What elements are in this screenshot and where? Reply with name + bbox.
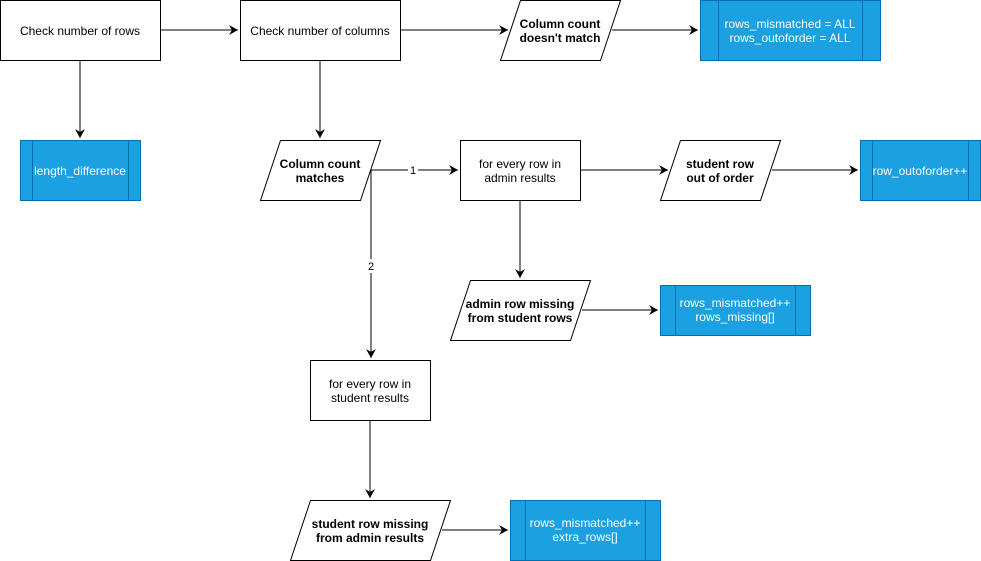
node-loop-admin-line1: for every row in <box>479 157 561 171</box>
node-student-missing-line2: from admin results <box>316 531 424 545</box>
node-admin-missing-line1: admin row missing <box>466 297 575 311</box>
node-student-out-of-order-line2: out of order <box>686 171 754 185</box>
node-student-out-of-order-line1: student row <box>686 157 755 171</box>
node-length-difference-label: length_difference <box>34 164 126 178</box>
node-loop-student-line1: for every row in <box>329 377 411 391</box>
edge-label-2: 2 <box>368 261 374 273</box>
node-loop-admin-line2: admin results <box>484 171 555 185</box>
node-length-difference[interactable]: length_difference <box>20 140 141 201</box>
node-col-match-line2: matches <box>296 171 345 185</box>
edge-label-1: 1 <box>410 165 416 177</box>
node-col-mismatch-line2: doesn't match <box>520 31 601 45</box>
node-check-rows-label: Check number of rows <box>20 24 140 38</box>
node-rows-missing-line1: rows_mismatched++ <box>680 296 791 310</box>
node-check-columns-label: Check number of columns <box>250 24 389 38</box>
node-col-match-line1: Column count <box>280 157 361 171</box>
node-col-mismatch[interactable]: Column count doesn't match <box>499 0 622 61</box>
node-loop-student-line2: student results <box>331 391 409 405</box>
node-col-mismatch-line1: Column count <box>520 17 601 31</box>
node-check-columns[interactable]: Check number of columns <box>240 0 401 61</box>
node-extra-rows-line2: extra_rows[] <box>552 530 617 544</box>
node-admin-missing[interactable]: admin row missing from student rows <box>449 280 592 341</box>
node-loop-admin[interactable]: for every row in admin results <box>460 140 581 201</box>
node-set-all-line2: rows_outoforder = ALL <box>729 31 850 45</box>
flowchart: 1 2 Check number of rows Check number of… <box>0 0 981 561</box>
node-student-missing[interactable]: student row missing from admin results <box>289 500 452 561</box>
node-row-outoforder-label: row_outoforder++ <box>873 164 968 178</box>
node-student-missing-line1: student row missing <box>312 517 429 531</box>
node-check-rows[interactable]: Check number of rows <box>0 0 161 61</box>
node-rows-missing[interactable]: rows_mismatched++ rows_missing[] <box>660 285 811 336</box>
node-student-out-of-order[interactable]: student row out of order <box>659 140 782 201</box>
node-set-all-line1: rows_mismatched = ALL <box>724 17 855 31</box>
node-admin-missing-line2: from student rows <box>468 311 573 325</box>
node-col-match[interactable]: Column count matches <box>259 140 382 201</box>
node-loop-student[interactable]: for every row in student results <box>310 360 431 421</box>
node-rows-missing-line2: rows_missing[] <box>695 310 774 324</box>
node-set-all[interactable]: rows_mismatched = ALL rows_outoforder = … <box>700 0 881 61</box>
node-extra-rows[interactable]: rows_mismatched++ extra_rows[] <box>510 500 661 561</box>
node-row-outoforder[interactable]: row_outoforder++ <box>860 140 981 201</box>
node-extra-rows-line1: rows_mismatched++ <box>530 516 641 530</box>
